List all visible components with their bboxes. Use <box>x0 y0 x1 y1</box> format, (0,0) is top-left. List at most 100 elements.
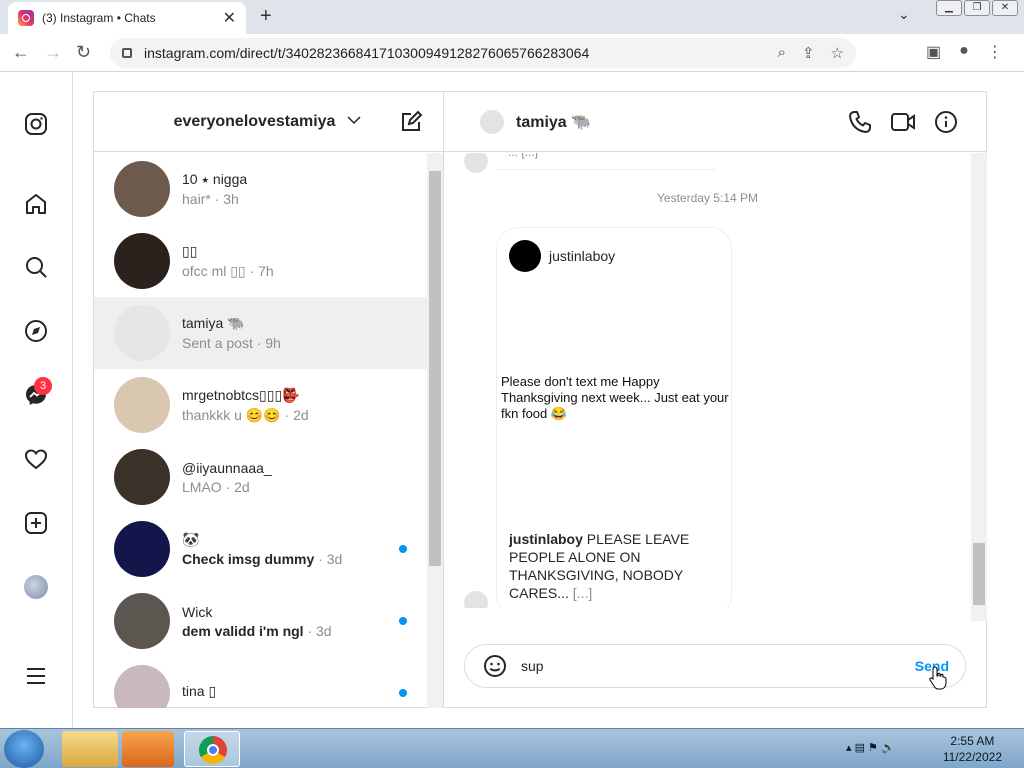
start-button[interactable] <box>4 730 44 768</box>
post-caption: justinlaboy PLEASE LEAVE PEOPLE ALONE ON… <box>509 530 709 602</box>
restore-icon[interactable]: ❐ <box>964 0 990 16</box>
conversation-item[interactable]: Wick dem validd i'm ngl · 3d <box>94 585 427 657</box>
preview-text: Check imsg dummy <box>182 551 315 567</box>
conversation-item[interactable]: ▯▯ ofcc ml ▯▯ · 7h <box>94 225 427 297</box>
home-icon[interactable] <box>24 192 48 216</box>
message-timestamp: Yesterday 5:14 PM <box>657 191 758 205</box>
previous-message-snippet: ... [...] <box>508 153 538 159</box>
sender-avatar <box>464 591 488 608</box>
forward-icon[interactable]: → <box>44 42 62 63</box>
file-explorer-icon[interactable] <box>62 731 118 767</box>
system-tray[interactable]: ▴ ▤ ⚑ 🔊 <box>846 741 895 754</box>
message-divider <box>496 169 716 170</box>
conversation-preview: hair* · 3h <box>182 191 239 207</box>
conversation-avatar <box>114 665 170 708</box>
conversation-name: tamiya 🐃 <box>182 315 245 331</box>
messages-badge: 3 <box>34 377 52 395</box>
account-switcher[interactable]: everyonelovestamiya <box>174 113 336 131</box>
lock-icon <box>122 48 132 58</box>
chrome-taskbar-button[interactable] <box>184 731 240 767</box>
caption-author: justinlaboy <box>509 531 583 547</box>
message-input[interactable] <box>521 658 915 674</box>
browser-tab[interactable]: (3) Instagram • Chats ✕ <box>8 2 246 34</box>
instagram-favicon-icon <box>18 10 34 26</box>
conversation-item[interactable]: 10 ⭑ nigga hair* · 3h <box>94 153 427 225</box>
inbox-scrollbar[interactable] <box>427 153 443 708</box>
profile-avatar[interactable] <box>24 575 48 599</box>
new-tab-icon[interactable]: + <box>260 5 272 28</box>
message-composer: Send <box>464 644 966 688</box>
conversation-name: ▯▯ <box>182 242 198 259</box>
chat-header: tamiya 🐃 <box>444 92 986 152</box>
contact-avatar[interactable] <box>480 109 504 134</box>
conversation-item[interactable]: tina ▯ <box>94 657 427 708</box>
conversation-preview: Sent a post · 9h <box>182 335 281 351</box>
post-author-avatar <box>509 240 541 272</box>
clock-time: 2:55 AM <box>950 734 995 748</box>
message-thread: ... [...] Yesterday 5:14 PM justinlaboy … <box>444 153 971 608</box>
close-window-icon[interactable]: ✕ <box>992 0 1018 16</box>
conversation-item[interactable]: tamiya 🐃 Sent a post · 9h <box>94 297 427 369</box>
sender-avatar <box>464 153 488 173</box>
address-bar[interactable]: instagram.com/direct/t/34028236684171030… <box>110 38 856 68</box>
close-tab-icon[interactable]: ✕ <box>223 8 236 28</box>
notifications-heart-icon[interactable] <box>24 447 48 471</box>
thread-scrollbar[interactable] <box>971 153 987 621</box>
back-icon[interactable]: ← <box>12 42 30 63</box>
new-message-compose-icon[interactable] <box>399 110 423 134</box>
conversation-info-icon[interactable] <box>934 110 958 134</box>
windows-taskbar: ▴ ▤ ⚑ 🔊 2:55 AM 11/22/2022 <box>0 728 1024 768</box>
audio-call-icon[interactable] <box>848 110 872 134</box>
chevron-down-icon[interactable] <box>345 111 363 132</box>
minimize-icon[interactable]: ▁ <box>936 0 962 16</box>
zoom-search-icon[interactable]: ⌕ <box>778 44 786 62</box>
create-plus-icon[interactable] <box>24 511 48 535</box>
sidepanel-icon[interactable]: ▣ <box>926 42 941 62</box>
media-player-icon[interactable] <box>122 731 174 767</box>
chrome-icon <box>199 736 227 764</box>
conversation-item[interactable]: 🐼 Check imsg dummy · 3d <box>94 513 427 585</box>
mouse-cursor-hand-icon <box>929 666 947 690</box>
explore-compass-icon[interactable] <box>24 319 48 343</box>
conversation-name: @iiyaunnaaa_ <box>182 459 272 476</box>
scrollbar-thumb[interactable] <box>429 171 441 566</box>
chat-panel: tamiya 🐃 ... [...] Yesterday 5:14 PM jus… <box>443 91 987 708</box>
conversation-preview: Check imsg dummy · 3d <box>182 551 342 567</box>
unread-dot <box>399 617 407 625</box>
share-icon[interactable]: ⇪ <box>802 44 815 62</box>
scrollbar-thumb[interactable] <box>973 543 985 605</box>
reload-icon[interactable]: ↻ <box>76 42 91 63</box>
more-menu-icon[interactable] <box>24 664 48 688</box>
conversation-preview: LMAO · 2d <box>182 478 250 495</box>
video-call-icon[interactable] <box>890 110 916 134</box>
search-icon[interactable] <box>24 255 48 279</box>
menu-kebab-icon[interactable]: ⋮ <box>987 42 1003 62</box>
contact-name[interactable]: tamiya 🐃 <box>516 112 591 132</box>
url-text: instagram.com/direct/t/34028236684171030… <box>144 45 590 61</box>
browser-tabbar: (3) Instagram • Chats ✕ + ⌄ ▁ ❐ ✕ <box>0 0 1024 34</box>
post-image-text: Please don't text me Happy Thanksgiving … <box>501 374 729 421</box>
conversation-item[interactable]: @iiyaunnaaa_ LMAO · 2d <box>94 441 427 513</box>
caption-more-link[interactable]: [...] <box>569 585 592 601</box>
window-controls: ▁ ❐ ✕ <box>936 0 1018 16</box>
profile-icon[interactable]: ● <box>959 42 969 62</box>
unread-dot <box>399 545 407 553</box>
preview-time: · 3d <box>314 551 343 567</box>
tab-search-chevron-icon[interactable]: ⌄ <box>898 6 910 23</box>
clock-date: 11/22/2022 <box>942 750 1002 764</box>
conversation-avatar <box>114 305 170 361</box>
conversation-item[interactable]: mrgetnobtcs▯▯▯👺 thankkk u 😊😊 · 2d <box>94 369 427 441</box>
instagram-logo-icon[interactable] <box>24 112 48 136</box>
emoji-icon[interactable] <box>483 654 507 678</box>
taskbar-clock[interactable]: 2:55 AM 11/22/2022 <box>943 733 1002 765</box>
inbox-header: everyonelovestamiya <box>94 92 443 152</box>
browser-toolbar: ← → ↻ instagram.com/direct/t/34028236684… <box>0 34 1024 72</box>
shared-post-card[interactable]: justinlaboy Please don't text me Happy T… <box>496 227 732 608</box>
conversation-avatar <box>114 377 170 433</box>
conversation-avatar <box>114 521 170 577</box>
inbox-panel: everyonelovestamiya 10 ⭑ nigga hair* · 3h… <box>93 91 443 708</box>
conversation-preview: dem validd i'm ngl · 3d <box>182 623 332 639</box>
post-author-name[interactable]: justinlaboy <box>549 248 615 264</box>
conversation-list: 10 ⭑ nigga hair* · 3h ▯▯ ofcc ml ▯▯ · 7h tam… <box>94 153 427 708</box>
bookmark-star-icon[interactable]: ☆ <box>831 44 844 62</box>
